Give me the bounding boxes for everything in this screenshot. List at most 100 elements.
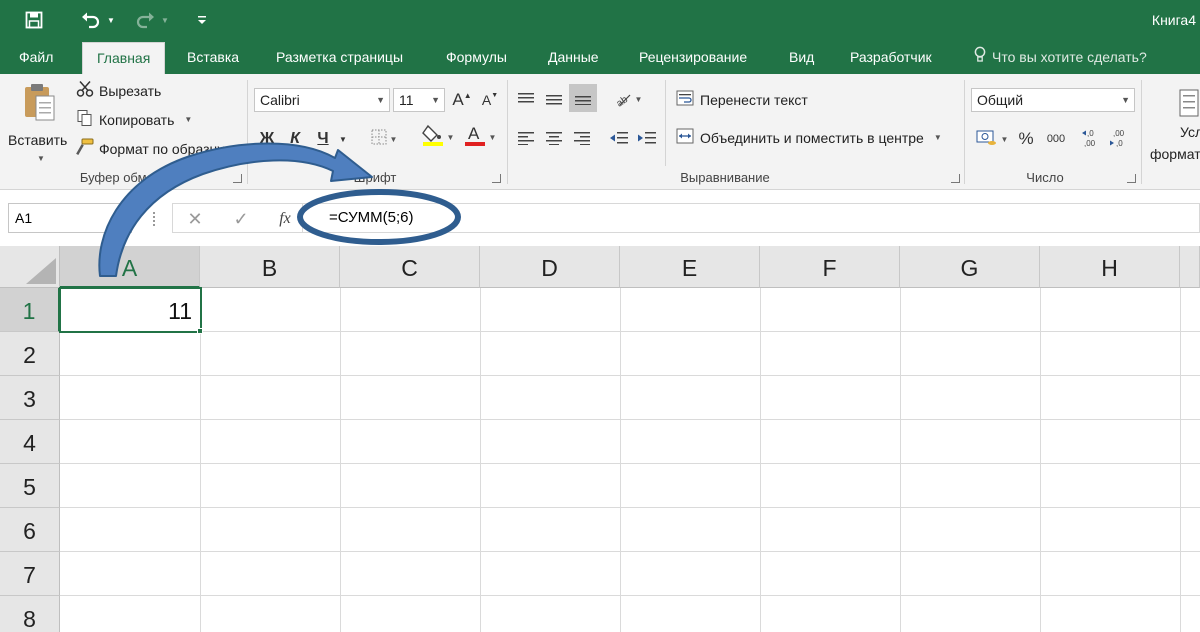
- gridline: [60, 595, 1200, 596]
- row-header-6[interactable]: 6: [0, 508, 60, 552]
- merge-cells-icon: [676, 128, 694, 147]
- row-header-7[interactable]: 7: [0, 552, 60, 596]
- save-icon[interactable]: [22, 9, 46, 31]
- increase-indent-icon[interactable]: [636, 127, 658, 149]
- tab-file[interactable]: Файл: [19, 42, 53, 74]
- merge-center-button[interactable]: Объединить и поместить в центре ▼: [676, 128, 942, 147]
- align-bottom-icon[interactable]: [569, 84, 597, 112]
- shrink-font-icon[interactable]: A ▼: [480, 88, 500, 112]
- number-format-select[interactable]: Общий ▼: [971, 88, 1135, 112]
- increase-decimal-icon[interactable]: ,0,00: [1080, 124, 1104, 152]
- alignment-launcher-icon[interactable]: [951, 174, 960, 183]
- decrease-decimal-icon[interactable]: ,00,0: [1108, 124, 1132, 152]
- copy-dropdown-icon[interactable]: ▼: [184, 115, 192, 124]
- font-name-select[interactable]: Calibri ▼: [254, 88, 390, 112]
- formula-input[interactable]: =СУММ(5;6): [302, 203, 1200, 233]
- cancel-icon[interactable]: ✕: [183, 207, 207, 231]
- number-group-label: Число: [1026, 170, 1064, 185]
- tab-page-layout[interactable]: Разметка страницы: [276, 42, 403, 74]
- customize-toolbar-icon[interactable]: [192, 9, 212, 31]
- tab-review[interactable]: Рецензирование: [639, 42, 747, 74]
- column-header-d[interactable]: D: [480, 246, 620, 288]
- tell-me-box[interactable]: Что вы хотите сделать?: [974, 42, 1147, 74]
- paste-icon: [22, 82, 56, 125]
- paste-dropdown-icon[interactable]: ▼: [37, 154, 45, 163]
- column-header-c[interactable]: C: [340, 246, 480, 288]
- column-header-e[interactable]: E: [620, 246, 760, 288]
- number-launcher-icon[interactable]: [1127, 174, 1136, 183]
- accounting-format-button[interactable]: ▼: [972, 126, 1012, 152]
- cell-a1[interactable]: 11: [59, 287, 202, 333]
- decrease-indent-icon[interactable]: [608, 127, 630, 149]
- align-center-icon[interactable]: [543, 127, 565, 149]
- column-header-b[interactable]: B: [200, 246, 340, 288]
- insert-function-button[interactable]: fx: [273, 207, 297, 231]
- select-all-button[interactable]: [0, 246, 60, 288]
- grow-font-icon[interactable]: A ▲: [452, 88, 472, 112]
- bold-button[interactable]: Ж: [256, 126, 278, 152]
- tab-formulas[interactable]: Формулы: [446, 42, 507, 74]
- align-middle-icon[interactable]: [543, 88, 565, 110]
- underline-button[interactable]: Ч: [312, 126, 334, 152]
- font-size-select[interactable]: 11 ▼: [393, 88, 445, 112]
- underline-dropdown-icon[interactable]: ▼: [336, 126, 350, 152]
- ribbon-home: Вставить ▼ Вырезать Копировать ▼ Формат …: [0, 74, 1200, 190]
- conditional-formatting-icon[interactable]: [1178, 88, 1200, 121]
- tab-data[interactable]: Данные: [548, 42, 599, 74]
- font-color-button[interactable]: A ▼: [460, 122, 500, 152]
- align-top-icon[interactable]: [515, 88, 537, 110]
- gridline: [200, 288, 201, 632]
- chevron-down-icon: ▼: [115, 212, 125, 223]
- column-header-f[interactable]: F: [760, 246, 900, 288]
- wrap-text-label: Перенести текст: [700, 91, 808, 108]
- thousands-separator-button[interactable]: 000: [1042, 126, 1070, 152]
- fill-handle[interactable]: [197, 328, 203, 334]
- align-right-icon[interactable]: [571, 127, 593, 149]
- paste-button[interactable]: Вставить ▼: [8, 82, 67, 163]
- row-header-8[interactable]: 8: [0, 596, 60, 632]
- undo-icon[interactable]: ▼: [78, 9, 118, 31]
- row-header-4[interactable]: 4: [0, 420, 60, 464]
- row-header-3[interactable]: 3: [0, 376, 60, 420]
- lightbulb-icon: [974, 43, 986, 73]
- row-header-5[interactable]: 5: [0, 464, 60, 508]
- chevron-down-icon: ▼: [431, 95, 440, 105]
- copy-button[interactable]: Копировать ▼: [76, 109, 192, 130]
- merge-dropdown-icon[interactable]: ▼: [934, 133, 942, 142]
- fill-color-button[interactable]: ▼: [418, 122, 458, 152]
- column-header-partial[interactable]: [1180, 246, 1200, 288]
- clipboard-launcher-icon[interactable]: [233, 174, 242, 183]
- row-header-2[interactable]: 2: [0, 332, 60, 376]
- excel-window: ▼ ▼ Книга4 Файл Главная Вставка Разметка…: [0, 0, 1200, 632]
- italic-button[interactable]: К: [284, 126, 306, 152]
- column-header-a[interactable]: A: [60, 246, 200, 288]
- name-box[interactable]: A1 ▼: [8, 203, 132, 233]
- clipboard-group-label: Буфер обмена: [79, 170, 169, 185]
- column-header-g[interactable]: G: [900, 246, 1040, 288]
- divider: [665, 80, 666, 166]
- conditional-formatting-label-2[interactable]: формат: [1150, 146, 1200, 162]
- wrap-text-button[interactable]: Перенести текст: [676, 90, 808, 109]
- gridline: [60, 419, 1200, 420]
- borders-button[interactable]: ▼: [364, 126, 404, 152]
- conditional-formatting-label-1[interactable]: Усл: [1180, 124, 1200, 140]
- tab-view[interactable]: Вид: [789, 42, 814, 74]
- title-bar: ▼ ▼ Книга4: [0, 0, 1200, 42]
- tab-insert[interactable]: Вставка: [187, 42, 239, 74]
- font-launcher-icon[interactable]: [492, 174, 501, 183]
- enter-icon[interactable]: ✓: [229, 207, 253, 231]
- svg-text:,0: ,0: [1087, 129, 1094, 138]
- column-header-h[interactable]: H: [1040, 246, 1180, 288]
- gridline: [60, 375, 1200, 376]
- redo-icon[interactable]: ▼: [132, 9, 172, 31]
- tab-developer[interactable]: Разработчик: [850, 42, 932, 74]
- row-header-1[interactable]: 1: [0, 288, 60, 332]
- formula-bar-grip-icon[interactable]: [153, 212, 157, 226]
- align-left-icon[interactable]: [515, 127, 537, 149]
- format-painter-button[interactable]: Формат по образцу: [76, 138, 225, 159]
- gridline: [1040, 288, 1041, 632]
- percent-button[interactable]: %: [1016, 126, 1036, 152]
- cut-button[interactable]: Вырезать: [76, 80, 161, 101]
- orientation-icon[interactable]: ab ▼: [608, 88, 648, 110]
- tab-home[interactable]: Главная: [82, 42, 166, 74]
